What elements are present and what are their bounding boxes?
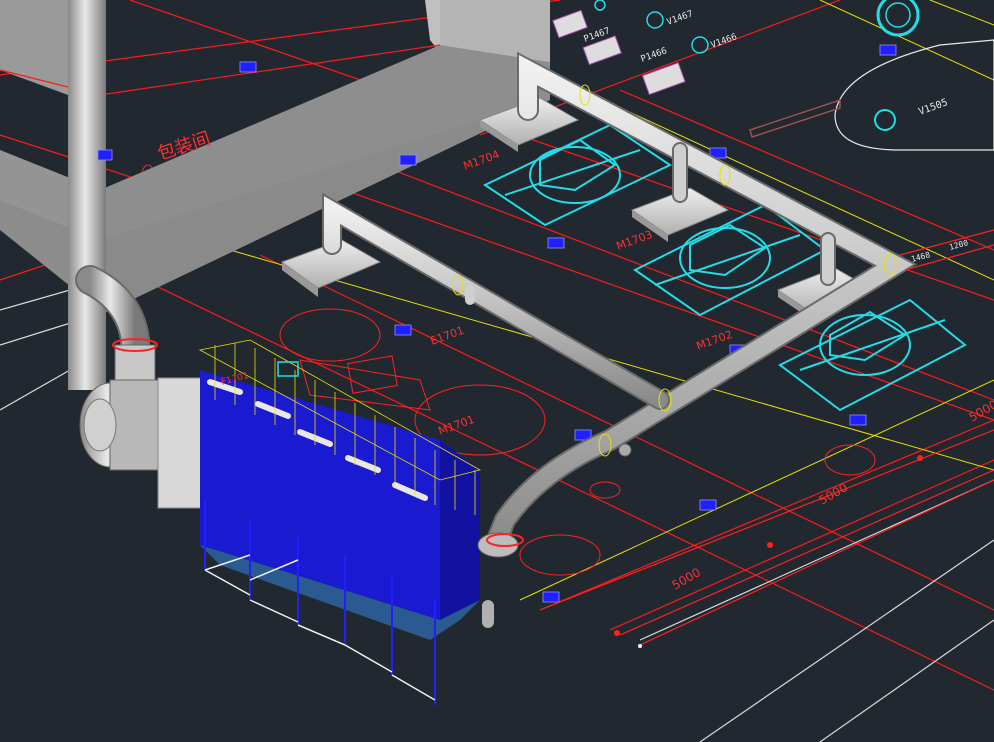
cad-viewport[interactable]: 包装间 P1467 P1466 V1467 V1466 V1505 M1704 …: [0, 0, 994, 742]
m1702-label: M1702: [695, 328, 735, 353]
dimension-ticks: [614, 455, 923, 648]
duct-elbow-outlet: [477, 532, 524, 558]
e1701-label: E1701: [429, 324, 466, 348]
dim-small-1: 1468: [910, 250, 931, 264]
support-column: [68, 0, 106, 390]
v1467-label: V1467: [666, 9, 695, 28]
dim-label-1: 5000: [670, 565, 703, 592]
p1466-label: P1466: [640, 46, 669, 65]
tank-v1505: [749, 0, 994, 151]
cad-drawing-canvas[interactable]: 包装间 P1467 P1466 V1467 V1466 V1505 M1704 …: [0, 0, 994, 742]
dust-collector: [198, 339, 494, 705]
m1701-label: M1701: [437, 413, 477, 438]
dim-label-2: 5000: [817, 480, 850, 507]
dim-label-3: 5000: [967, 397, 994, 424]
v1466-label: V1466: [710, 32, 739, 51]
dim-small-2: 1200: [948, 238, 969, 252]
m1703-label: M1703: [615, 228, 655, 253]
pipe-port: [618, 443, 632, 457]
m1704-label: M1704: [462, 148, 502, 173]
v1505-label: V1505: [917, 97, 949, 118]
